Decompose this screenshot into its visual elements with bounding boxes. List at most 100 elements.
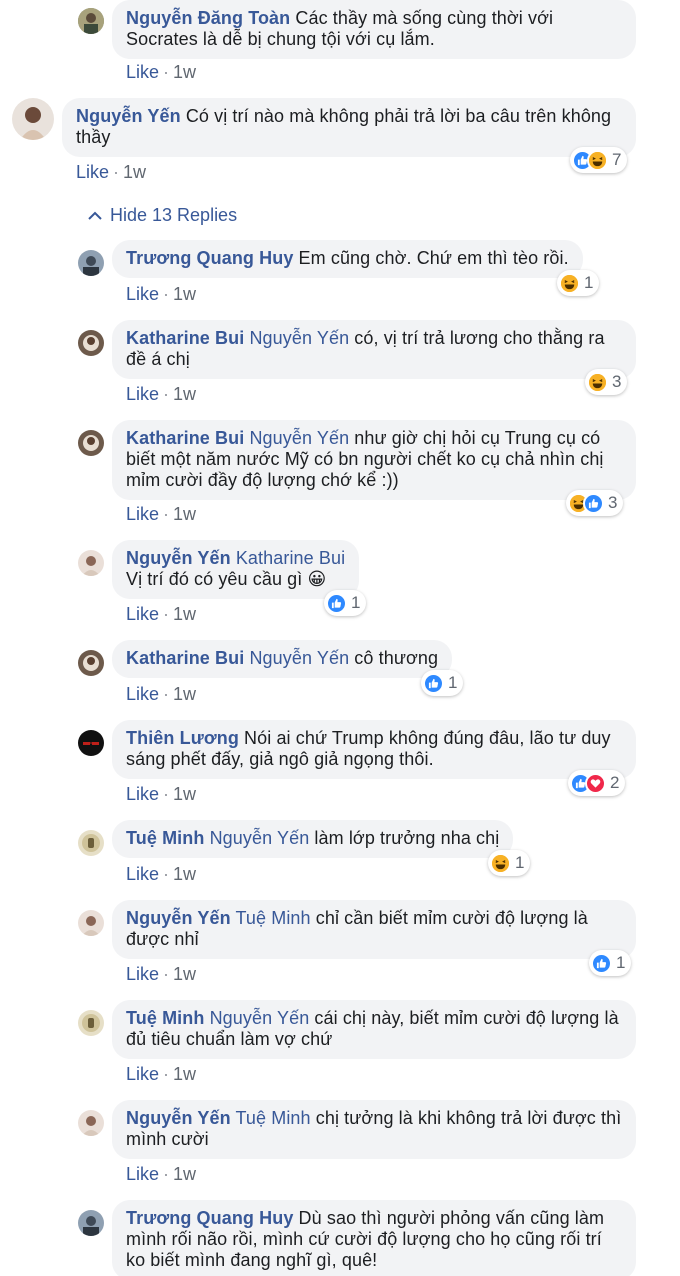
- avatar[interactable]: [78, 550, 104, 576]
- mention-tag[interactable]: Nguyễn Yến: [249, 648, 349, 668]
- hide-replies-label: Hide 13 Replies: [110, 205, 238, 225]
- like-button[interactable]: Like: [126, 1164, 159, 1184]
- reaction-summary[interactable]: 1: [421, 670, 464, 696]
- comment-author[interactable]: Thiên Lương: [126, 728, 239, 748]
- comment-time[interactable]: 1w: [173, 964, 196, 984]
- like-button[interactable]: Like: [126, 284, 159, 304]
- reaction-summary[interactable]: 1: [557, 270, 600, 296]
- comment-bubble: Thiên Lương Nói ai chứ Trump không đúng …: [112, 720, 636, 779]
- like-button[interactable]: Like: [126, 684, 159, 704]
- mention-tag[interactable]: Nguyễn Yến: [249, 428, 349, 448]
- comment-bubble: Trương Quang Huy Dù sao thì người phỏng …: [112, 1200, 636, 1276]
- comment-actions: Like · 1w: [126, 684, 197, 704]
- like-button[interactable]: Like: [126, 62, 159, 82]
- like-button[interactable]: Like: [126, 504, 159, 524]
- reaction-summary[interactable]: 1: [589, 950, 632, 976]
- avatar[interactable]: [78, 250, 104, 276]
- reaction-count: 3: [612, 372, 622, 391]
- avatar[interactable]: [12, 98, 54, 140]
- haha-icon: [587, 149, 608, 171]
- avatar[interactable]: [78, 730, 104, 756]
- like-button[interactable]: Like: [126, 1064, 159, 1084]
- reaction-summary[interactable]: 2: [568, 770, 626, 796]
- like-icon: [423, 672, 444, 694]
- reaction-count: 2: [610, 773, 620, 792]
- comment-time[interactable]: 1w: [173, 284, 196, 304]
- comment-actions: Like · 1w: [126, 784, 197, 804]
- mention-tag[interactable]: Nguyễn Yến: [249, 328, 349, 348]
- like-button[interactable]: Like: [126, 604, 159, 624]
- comment-time[interactable]: 1w: [123, 162, 146, 182]
- reaction-summary[interactable]: 1: [324, 590, 367, 616]
- comment-bubble: Nguyễn Yến Có vị trí nào mà không phải t…: [62, 98, 636, 157]
- haha-icon: [490, 852, 511, 874]
- comment-author[interactable]: Nguyễn Yến: [126, 908, 231, 928]
- comment-text: làm lớp trưởng nha chị: [314, 828, 500, 848]
- comment-author[interactable]: Tuệ Minh: [126, 828, 204, 848]
- mention-tag[interactable]: Tuệ Minh: [235, 908, 310, 928]
- comment-time[interactable]: 1w: [173, 1164, 196, 1184]
- like-button[interactable]: Like: [126, 784, 159, 804]
- comment-time[interactable]: 1w: [173, 864, 196, 884]
- comment-bubble: Nguyễn Đăng Toàn Các thầy mà sống cùng t…: [112, 0, 636, 59]
- comment-bubble: Katharine Bui Nguyễn Yến có, vị trí trả …: [112, 320, 636, 379]
- reaction-summary[interactable]: 3: [585, 369, 628, 395]
- haha-icon: [559, 272, 580, 294]
- comment-bubble: Trương Quang Huy Em cũng chờ. Chứ em thì…: [112, 240, 583, 278]
- comment-time[interactable]: 1w: [173, 784, 196, 804]
- comment-author[interactable]: Nguyễn Yến: [126, 1108, 231, 1128]
- comment-actions: Like · 1w: [126, 1064, 197, 1084]
- comment-actions: Like · 1w: [126, 384, 197, 404]
- comment-actions: Like · 1w: [126, 284, 197, 304]
- comment-author[interactable]: Trương Quang Huy: [126, 248, 293, 268]
- hide-replies-link[interactable]: Hide 13 Replies: [88, 205, 237, 226]
- avatar[interactable]: [78, 8, 104, 34]
- comment-time[interactable]: 1w: [173, 504, 196, 524]
- avatar[interactable]: [78, 430, 104, 456]
- comment-author[interactable]: Nguyễn Yến: [76, 106, 181, 126]
- avatar[interactable]: [78, 330, 104, 356]
- comment-text: Em cũng chờ. Chứ em thì tèo rồi.: [298, 248, 569, 268]
- mention-tag[interactable]: Nguyễn Yến: [210, 1008, 310, 1028]
- comment-time[interactable]: 1w: [173, 1064, 196, 1084]
- mention-tag[interactable]: Katharine Bui: [236, 548, 345, 568]
- like-button[interactable]: Like: [126, 384, 159, 404]
- comment-author[interactable]: Nguyễn Đăng Toàn: [126, 8, 290, 28]
- comment-author[interactable]: Katharine Bui: [126, 648, 244, 668]
- comment-time[interactable]: 1w: [173, 62, 196, 82]
- reaction-count: 1: [616, 953, 626, 972]
- love-icon: [585, 772, 606, 794]
- avatar[interactable]: [78, 1110, 104, 1136]
- chevron-up-icon: [88, 211, 102, 220]
- comment-author[interactable]: Katharine Bui: [126, 328, 244, 348]
- reaction-summary[interactable]: 1: [488, 850, 531, 876]
- avatar[interactable]: [78, 830, 104, 856]
- reaction-count: 1: [351, 593, 361, 612]
- mention-tag[interactable]: Nguyễn Yến: [210, 828, 310, 848]
- mention-tag[interactable]: Tuệ Minh: [235, 1108, 310, 1128]
- reaction-count: 1: [515, 853, 525, 872]
- like-button[interactable]: Like: [76, 162, 109, 182]
- comment-bubble: Katharine Bui Nguyễn Yến cô thương: [112, 640, 453, 678]
- comment-text: Vị trí đó có yêu cầu gì 😀: [126, 569, 327, 589]
- like-button[interactable]: Like: [126, 864, 159, 884]
- comment-author[interactable]: Katharine Bui: [126, 428, 244, 448]
- comment-actions: Like · 1w: [126, 1164, 197, 1184]
- avatar[interactable]: [78, 910, 104, 936]
- like-icon: [591, 952, 612, 974]
- comment-author[interactable]: Trương Quang Huy: [126, 1208, 293, 1228]
- comment-author[interactable]: Tuệ Minh: [126, 1008, 204, 1028]
- avatar[interactable]: [78, 1010, 104, 1036]
- avatar[interactable]: [78, 1210, 104, 1236]
- comment-actions: Like · 1w: [126, 864, 197, 884]
- reaction-summary[interactable]: 3: [566, 490, 624, 516]
- comment-time[interactable]: 1w: [173, 684, 196, 704]
- reaction-summary[interactable]: 7: [570, 147, 628, 173]
- like-button[interactable]: Like: [126, 964, 159, 984]
- reaction-count: 1: [448, 673, 458, 692]
- avatar[interactable]: [78, 650, 104, 676]
- comment-time[interactable]: 1w: [173, 604, 196, 624]
- comment-author[interactable]: Nguyễn Yến: [126, 548, 231, 568]
- comment-bubble: Nguyễn Yến Tuệ Minh chỉ cần biết mỉm cườ…: [112, 900, 636, 959]
- comment-time[interactable]: 1w: [173, 384, 196, 404]
